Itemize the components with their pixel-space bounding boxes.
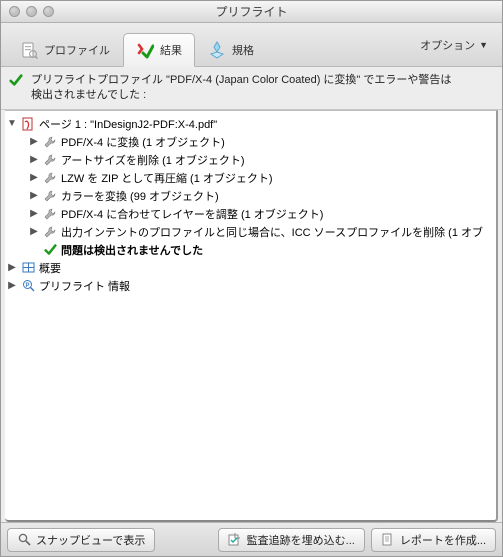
disclosure-closed-icon[interactable]: ▶ [29, 191, 39, 201]
profile-icon [20, 41, 38, 59]
summary-line2: 検出されませんでした : [31, 88, 451, 103]
report-icon [381, 533, 395, 547]
overview-label: 概要 [39, 260, 61, 276]
wrench-icon [43, 207, 57, 221]
disclosure-closed-icon[interactable]: ▶ [7, 281, 17, 291]
tab-profile-label: プロファイル [44, 42, 110, 58]
fixup-label: PDF/X-4 に変換 (1 オブジェクト) [61, 134, 225, 150]
chevron-down-icon: ▼ [479, 40, 488, 50]
fixup-label: カラーを変換 (99 オブジェクト) [61, 188, 219, 204]
options-menu[interactable]: オプション ▼ [412, 34, 496, 56]
tab-results-label: 結果 [160, 42, 182, 58]
no-problems-label: 問題は検出されませんでした [61, 242, 203, 258]
tab-results[interactable]: 結果 [123, 33, 195, 67]
overview-icon [21, 261, 35, 275]
tree-fixup-row[interactable]: ▶ 出力インテントのプロファイルと同じ場合に、ICC ソースプロファイルを削除 … [5, 223, 496, 241]
wrench-icon [43, 153, 57, 167]
snapview-button[interactable]: スナップビューで表示 [7, 528, 155, 552]
results-tree[interactable]: ▼ ページ 1 : "InDesignJ2-PDF:X-4.pdf" ▶ PDF… [5, 110, 498, 522]
options-label: オプション [420, 37, 475, 53]
titlebar: プリフライト [1, 1, 502, 23]
preflight-info-label: プリフライト 情報 [39, 278, 130, 294]
fixup-label: アートサイズを削除 (1 オブジェクト) [61, 152, 245, 168]
disclosure-closed-icon[interactable]: ▶ [29, 173, 39, 183]
fixup-label: 出力インテントのプロファイルと同じ場合に、ICC ソースプロファイルを削除 (1… [61, 224, 483, 240]
tree-noproblem-row[interactable]: ▶ 問題は検出されませんでした [5, 241, 496, 259]
wrench-icon [43, 225, 57, 239]
embed-audit-button[interactable]: 監査追跡を埋め込む... [218, 528, 365, 552]
disclosure-open-icon[interactable]: ▼ [7, 119, 17, 129]
tab-profile[interactable]: プロファイル [7, 33, 123, 67]
magnifier-icon [17, 533, 31, 547]
wrench-icon [43, 189, 57, 203]
wrench-icon [43, 135, 57, 149]
disclosure-closed-icon[interactable]: ▶ [7, 263, 17, 273]
snapview-label: スナップビューで表示 [36, 532, 145, 548]
tree-fixup-row[interactable]: ▶ PDF/X-4 に合わせてレイヤーを調整 (1 オブジェクト) [5, 205, 496, 223]
tree-fixup-row[interactable]: ▶ PDF/X-4 に変換 (1 オブジェクト) [5, 133, 496, 151]
wrench-icon [43, 171, 57, 185]
tree-preflightinfo-row[interactable]: ▶ P プリフライト 情報 [5, 277, 496, 295]
check-icon [43, 243, 57, 257]
toolbar: プロファイル 結果 規格 オプション ▼ [1, 23, 502, 67]
embed-audit-label: 監査追跡を埋め込む... [247, 532, 355, 548]
results-icon [136, 41, 154, 59]
tab-standards-label: 規格 [232, 42, 254, 58]
tree-fixup-row[interactable]: ▶ アートサイズを削除 (1 オブジェクト) [5, 151, 496, 169]
disclosure-closed-icon[interactable]: ▶ [29, 155, 39, 165]
fixup-label: LZW を ZIP として再圧縮 (1 オブジェクト) [61, 170, 273, 186]
create-report-button[interactable]: レポートを作成... [371, 528, 496, 552]
check-icon [9, 73, 23, 87]
pdf-icon [21, 117, 35, 131]
disclosure-closed-icon[interactable]: ▶ [29, 137, 39, 147]
fixup-label: PDF/X-4 に合わせてレイヤーを調整 (1 オブジェクト) [61, 206, 323, 222]
disclosure-closed-icon[interactable]: ▶ [29, 209, 39, 219]
window-title: プリフライト [1, 3, 502, 20]
svg-text:P: P [25, 283, 29, 289]
tree-page-row[interactable]: ▼ ページ 1 : "InDesignJ2-PDF:X-4.pdf" [5, 115, 496, 133]
create-report-label: レポートを作成... [400, 532, 486, 548]
page-label: ページ 1 : "InDesignJ2-PDF:X-4.pdf" [39, 116, 217, 132]
preflight-info-icon: P [21, 279, 35, 293]
tree-fixup-row[interactable]: ▶ LZW を ZIP として再圧縮 (1 オブジェクト) [5, 169, 496, 187]
standards-icon [208, 41, 226, 59]
tree-fixup-row[interactable]: ▶ カラーを変換 (99 オブジェクト) [5, 187, 496, 205]
footer: スナップビューで表示 監査追跡を埋め込む... レポートを作成... [1, 522, 502, 556]
tab-standards[interactable]: 規格 [195, 33, 267, 67]
disclosure-closed-icon[interactable]: ▶ [29, 227, 39, 237]
tree-overview-row[interactable]: ▶ 概要 [5, 259, 496, 277]
summary-line1: プリフライトプロファイル "PDF/X-4 (Japan Color Coate… [31, 73, 451, 88]
embed-icon [228, 533, 242, 547]
result-summary: プリフライトプロファイル "PDF/X-4 (Japan Color Coate… [1, 67, 502, 110]
